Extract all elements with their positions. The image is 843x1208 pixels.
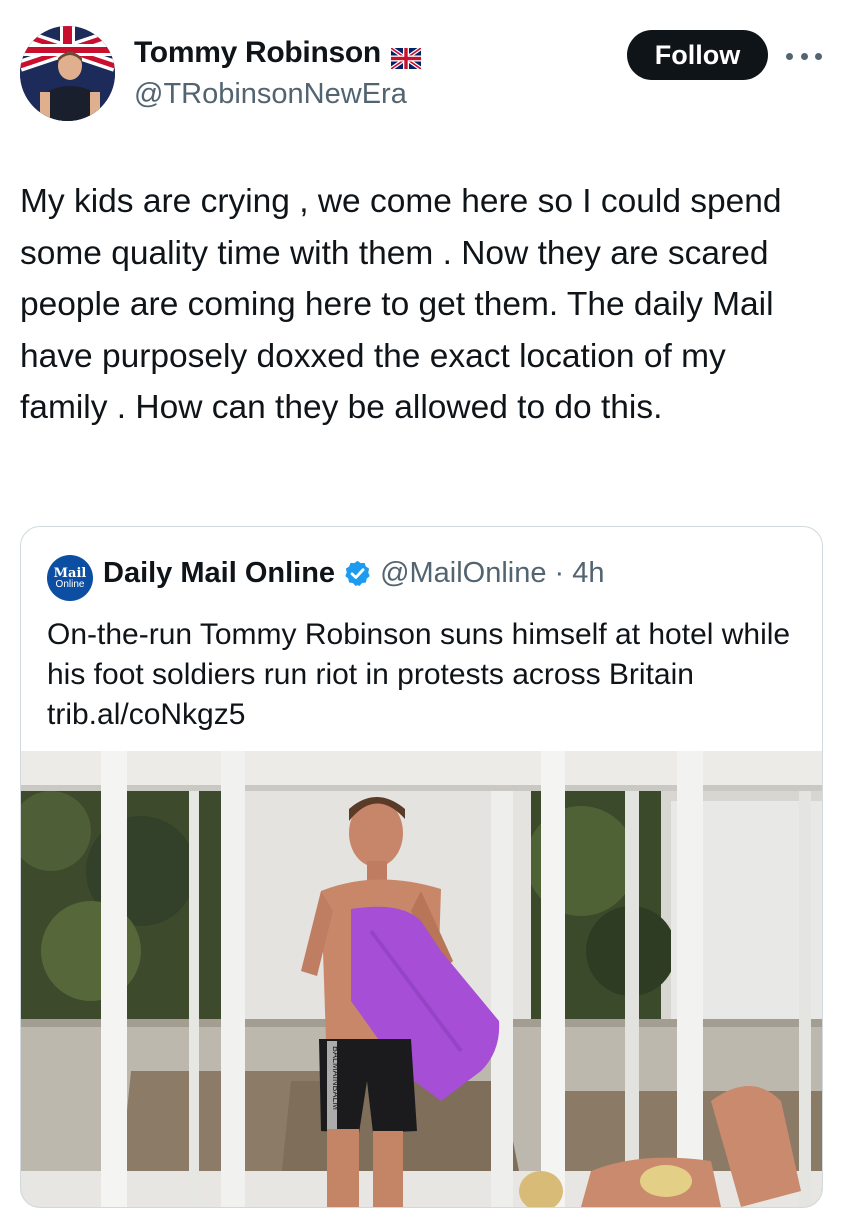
- more-options-icon[interactable]: [786, 44, 822, 68]
- avatar-text-line2: Online: [55, 578, 85, 590]
- author-name[interactable]: Tommy Robinson: [134, 36, 381, 70]
- quoted-post-text: On-the-run Tommy Robinson suns himself a…: [47, 618, 791, 731]
- more-dot: [800, 52, 808, 60]
- quoted-author-handle[interactable]: @MailOnline: [380, 557, 546, 590]
- author-name-row[interactable]: Tommy Robinson: [134, 36, 423, 71]
- follow-button[interactable]: Follow: [627, 30, 768, 80]
- avatar-text-line1: Mail: [53, 565, 87, 581]
- poolside-photo: BALMAINBALM: [21, 751, 822, 1207]
- quoted-post-photo[interactable]: BALMAINBALM: [21, 751, 822, 1207]
- quoted-post-header: Daily Mail Online @MailOnline · 4h: [103, 557, 604, 590]
- dot-separator: ·: [554, 557, 565, 589]
- author-avatar[interactable]: [20, 26, 115, 121]
- author-handle[interactable]: @TRobinsonNewEra: [134, 78, 407, 111]
- post-text: My kids are crying , we come here so I c…: [20, 183, 782, 426]
- avatar-photo: [20, 26, 115, 121]
- quoted-post-time[interactable]: 4h: [572, 557, 604, 590]
- quoted-author-name[interactable]: Daily Mail Online: [103, 557, 335, 590]
- shorts-brand-text: BALMAINBALM: [331, 1046, 341, 1110]
- verified-badge-icon: [343, 559, 372, 588]
- more-dot: [815, 52, 822, 60]
- quoted-post-card[interactable]: Mail Online Daily Mail Online @MailOnlin…: [20, 526, 823, 1208]
- quoted-author-avatar[interactable]: Mail Online: [47, 555, 93, 601]
- more-dot: [786, 52, 793, 60]
- union-jack-flag-icon: [389, 43, 423, 71]
